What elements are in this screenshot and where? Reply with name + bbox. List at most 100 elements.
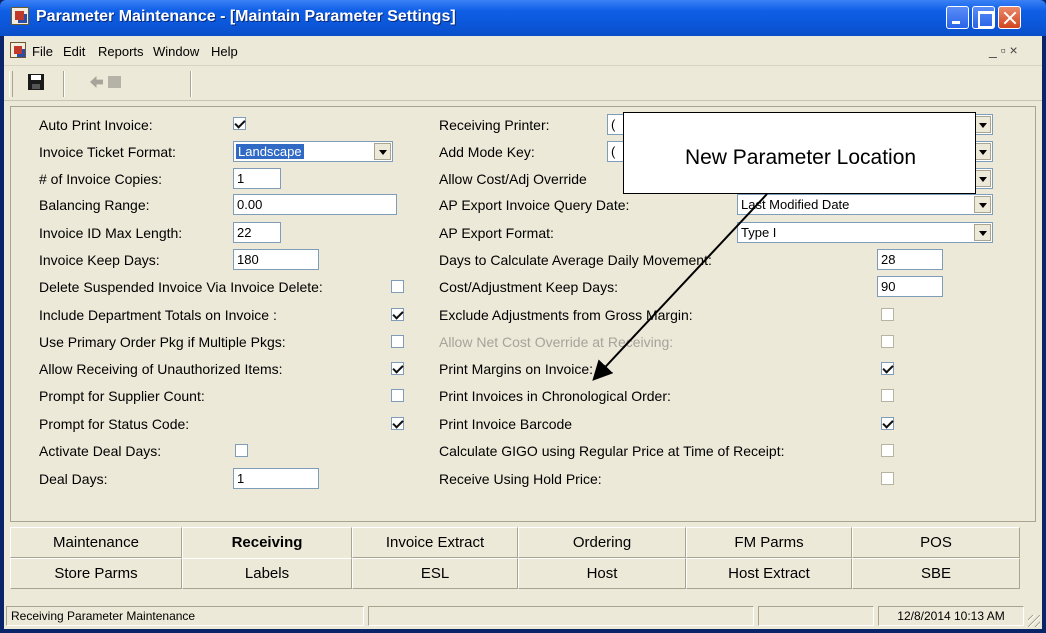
ap-export-invoice-query-date-select[interactable]: Last Modified Date — [737, 194, 993, 215]
tab-host[interactable]: Host — [518, 558, 686, 589]
prompt-supplier-count-checkbox[interactable] — [391, 389, 404, 402]
delete-suspended-label: Delete Suspended Invoice Via Invoice Del… — [39, 279, 323, 295]
resize-grip[interactable] — [1028, 615, 1040, 627]
chevron-down-icon[interactable] — [374, 143, 391, 160]
include-dept-totals-checkbox[interactable] — [391, 308, 404, 321]
tab-ordering[interactable]: Ordering — [518, 527, 686, 558]
calculate-gigo-label: Calculate GIGO using Regular Price at Ti… — [439, 443, 785, 459]
balancing-range-input[interactable]: 0.00 — [233, 194, 397, 215]
prompt-status-code-checkbox[interactable] — [391, 417, 404, 430]
tab-sbe[interactable]: SBE — [852, 558, 1020, 589]
status-pane-empty — [758, 606, 874, 626]
status-datetime: 12/8/2014 10:13 AM — [878, 606, 1024, 626]
prompt-status-code-label: Prompt for Status Code: — [39, 416, 190, 432]
invoice-ticket-format-value: Landscape — [236, 144, 304, 159]
print-chronological-checkbox[interactable] — [881, 389, 894, 402]
status-message: Receiving Parameter Maintenance — [6, 606, 364, 626]
balancing-range-label: Balancing Range: — [39, 197, 150, 213]
app-icon[interactable] — [11, 7, 29, 25]
ap-export-format-select[interactable]: Type I — [737, 222, 993, 243]
invoice-ticket-format-select[interactable]: Landscape — [233, 141, 393, 162]
annotation-callout: New Parameter Location — [623, 112, 976, 194]
use-primary-order-pkg-checkbox[interactable] — [391, 335, 404, 348]
ap-export-format-value: Type I — [741, 225, 777, 240]
cost-adj-keep-days-input[interactable]: 90 — [877, 276, 943, 297]
ap-export-invoice-query-date-label: AP Export Invoice Query Date: — [439, 197, 630, 213]
days-avg-daily-movement-input[interactable]: 28 — [877, 249, 943, 270]
allow-unauthorized-checkbox[interactable] — [391, 362, 404, 375]
window-title: Parameter Maintenance - [Maintain Parame… — [36, 8, 456, 25]
menu-reports[interactable]: Reports — [98, 44, 144, 59]
exclude-adjustments-checkbox[interactable] — [881, 308, 894, 321]
document-icon[interactable] — [10, 42, 26, 58]
allow-net-cost-override-checkbox[interactable] — [881, 335, 894, 348]
invoice-id-max-length-label: Invoice ID Max Length: — [39, 225, 183, 241]
invoice-copies-label: # of Invoice Copies: — [39, 171, 162, 187]
chevron-down-icon[interactable] — [974, 196, 991, 213]
auto-print-invoice-checkbox[interactable] — [233, 117, 246, 130]
chevron-down-icon[interactable] — [974, 170, 991, 187]
callout-text: New Parameter Location — [684, 146, 917, 169]
prev-record-icon[interactable] — [90, 76, 103, 88]
allow-unauthorized-label: Allow Receiving of Unauthorized Items: — [39, 361, 283, 377]
include-dept-totals-label: Include Department Totals on Invoice : — [39, 307, 277, 323]
print-margins-label: Print Margins on Invoice: — [439, 361, 594, 377]
status-bar: Receiving Parameter Maintenance 12/8/201… — [4, 603, 1042, 629]
tab-esl[interactable]: ESL — [352, 558, 518, 589]
title-bar[interactable]: Parameter Maintenance - [Maintain Parame… — [0, 0, 1046, 36]
auto-print-invoice-label: Auto Print Invoice: — [39, 117, 153, 133]
tab-invoice-extract[interactable]: Invoice Extract — [352, 527, 518, 558]
tab-host-extract[interactable]: Host Extract — [686, 558, 852, 589]
invoice-id-max-length-input[interactable]: 22 — [233, 222, 281, 243]
status-pane-empty — [368, 606, 754, 626]
print-invoice-barcode-label: Print Invoice Barcode — [439, 416, 573, 432]
maximize-button[interactable] — [972, 6, 995, 29]
save-icon[interactable] — [28, 74, 44, 90]
cost-adj-keep-days-label: Cost/Adjustment Keep Days: — [439, 279, 618, 295]
receiving-printer-label: Receiving Printer: — [439, 117, 550, 133]
ap-export-format-label: AP Export Format: — [439, 225, 554, 241]
tab-receiving[interactable]: Receiving — [182, 527, 352, 560]
days-avg-daily-movement-label: Days to Calculate Average Daily Movement… — [439, 252, 712, 268]
activate-deal-days-checkbox[interactable] — [235, 444, 248, 457]
invoice-keep-days-input[interactable]: 180 — [233, 249, 319, 270]
invoice-keep-days-label: Invoice Keep Days: — [39, 252, 160, 268]
menu-window[interactable]: Window — [153, 44, 199, 59]
receive-hold-price-label: Receive Using Hold Price: — [439, 471, 602, 487]
delete-suspended-checkbox[interactable] — [391, 280, 404, 293]
menu-bar: File Edit Reports Window Help _ ▫ × — [4, 36, 1042, 66]
toolbar-separator — [63, 71, 65, 97]
toolbar-separator — [190, 71, 192, 97]
tab-pos[interactable]: POS — [852, 527, 1020, 558]
print-chronological-label: Print Invoices in Chronological Order: — [439, 388, 671, 404]
tab-store-parms[interactable]: Store Parms — [10, 558, 182, 589]
minimize-button[interactable] — [946, 6, 969, 29]
invoice-copies-input[interactable]: 1 — [233, 168, 281, 189]
deal-days-label: Deal Days: — [39, 471, 108, 487]
use-primary-order-pkg-label: Use Primary Order Pkg if Multiple Pkgs: — [39, 334, 286, 350]
next-record-icon[interactable] — [108, 76, 121, 88]
allow-net-cost-override-label: Allow Net Cost Override at Receiving: — [439, 334, 674, 350]
chevron-down-icon[interactable] — [974, 224, 991, 241]
calculate-gigo-checkbox[interactable] — [881, 444, 894, 457]
chevron-down-icon[interactable] — [974, 116, 991, 133]
mdi-window-controls[interactable]: _ ▫ × — [989, 42, 1018, 58]
tab-strip: Maintenance Receiving Invoice Extract Or… — [10, 527, 1036, 599]
tab-maintenance[interactable]: Maintenance — [10, 527, 182, 558]
invoice-ticket-format-label: Invoice Ticket Format: — [39, 144, 176, 160]
deal-days-input[interactable]: 1 — [233, 468, 319, 489]
print-margins-checkbox[interactable] — [881, 362, 894, 375]
tab-labels[interactable]: Labels — [182, 558, 352, 589]
toolbar — [4, 67, 1042, 101]
add-mode-key-value: ( — [611, 144, 616, 159]
toolbar-grip[interactable] — [9, 71, 13, 97]
tab-fm-parms[interactable]: FM Parms — [686, 527, 852, 558]
menu-edit[interactable]: Edit — [63, 44, 85, 59]
print-invoice-barcode-checkbox[interactable] — [881, 417, 894, 430]
close-button[interactable] — [998, 6, 1021, 29]
menu-file[interactable]: File — [32, 44, 53, 59]
menu-help[interactable]: Help — [211, 44, 238, 59]
prompt-supplier-count-label: Prompt for Supplier Count: — [39, 388, 205, 404]
receive-hold-price-checkbox[interactable] — [881, 472, 894, 485]
activate-deal-days-label: Activate Deal Days: — [39, 443, 162, 459]
